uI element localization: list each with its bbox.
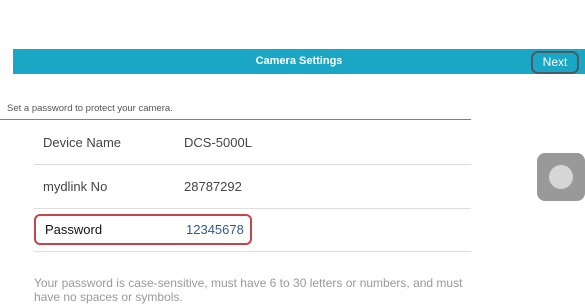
mydlink-no-row: mydlink No 28787292 [34, 165, 471, 209]
password-divider [34, 251, 471, 252]
assistive-touch-icon[interactable] [537, 153, 585, 201]
mydlink-no-label: mydlink No [43, 179, 108, 194]
password-label: Password [45, 222, 103, 237]
device-name-label: Device Name [43, 135, 122, 150]
header-bar: Camera Settings Next [13, 49, 585, 74]
device-name-value: DCS-5000L [184, 135, 252, 150]
device-name-row: Device Name DCS-5000L [34, 121, 471, 165]
password-input[interactable]: 12345678 [186, 216, 244, 243]
row-divider [34, 208, 471, 209]
next-button[interactable]: Next [531, 51, 579, 74]
password-field[interactable]: Password 12345678 [34, 214, 252, 245]
section-underline [0, 119, 471, 120]
section-caption: Set a password to protect your camera. [7, 103, 173, 114]
password-hint: Your password is case-sensitive, must ha… [34, 276, 463, 304]
page-title: Camera Settings [255, 55, 343, 67]
mydlink-no-value: 28787292 [184, 179, 242, 194]
